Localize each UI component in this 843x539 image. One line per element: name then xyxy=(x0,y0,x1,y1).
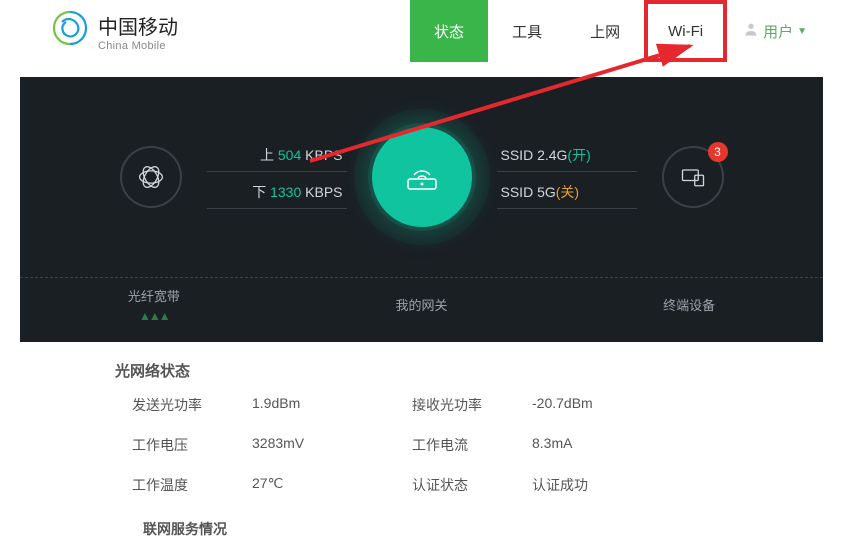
voltage-label: 工作电压 xyxy=(132,435,242,455)
current-value: 8.3mA xyxy=(532,435,682,455)
voltage-value: 3283mV xyxy=(252,435,402,455)
up-arrows-icon: ▲▲▲ xyxy=(139,309,169,323)
footer-devices: 终端设备 xyxy=(663,295,715,314)
footer-fiber: 光纤宽带 xyxy=(128,286,180,305)
network-service-title: 联网服务情况 xyxy=(143,519,843,539)
footer-gateway: 我的网关 xyxy=(395,295,447,314)
current-label: 工作电流 xyxy=(412,435,522,455)
tx-power-label: 发送光功率 xyxy=(132,395,242,415)
up-value: 504 xyxy=(278,147,301,163)
optical-stats-grid: 发送光功率 1.9dBm 接收光功率 -20.7dBm 工作电压 3283mV … xyxy=(132,395,843,495)
tx-power-value: 1.9dBm xyxy=(252,395,402,415)
down-prefix: 下 xyxy=(252,184,266,200)
caret-down-icon: ▼ xyxy=(797,26,807,37)
down-value: 1330 xyxy=(270,184,301,200)
down-unit: KBPS xyxy=(305,184,342,200)
rx-power-label: 接收光功率 xyxy=(412,395,522,415)
auth-label: 认证状态 xyxy=(412,475,522,495)
nav-wifi[interactable]: Wi-Fi xyxy=(644,0,727,62)
temp-label: 工作温度 xyxy=(132,475,242,495)
user-label: 用户 xyxy=(763,21,793,42)
user-icon xyxy=(743,21,759,42)
device-count-badge: 3 xyxy=(708,142,728,162)
ssid24-label: SSID 2.4G xyxy=(501,147,568,163)
status-hero: 上 504 KBPS 下 1330 KBPS SSID 2.4G(开) SSID… xyxy=(20,77,823,342)
logo-text-en: China Mobile xyxy=(98,40,178,52)
logo: 中国移动 China Mobile xyxy=(50,8,178,54)
bandwidth-col: 上 504 KBPS 下 1330 KBPS xyxy=(207,145,347,209)
header: 中国移动 China Mobile 状态 工具 上网 Wi-Fi 用户 ▼ xyxy=(0,0,843,62)
devices-node-icon: 3 xyxy=(662,146,724,208)
auth-value: 认证成功 xyxy=(532,475,682,495)
fiber-node-icon xyxy=(120,146,182,208)
temp-value: 27℃ xyxy=(252,475,402,495)
logo-text-cn: 中国移动 xyxy=(98,11,178,40)
hero-footer: 光纤宽带 ▲▲▲ 我的网关 终端设备 xyxy=(20,277,823,332)
main-nav: 状态 工具 上网 Wi-Fi 用户 ▼ xyxy=(410,0,823,62)
ssid5-label: SSID 5G xyxy=(501,184,556,200)
nav-internet[interactable]: 上网 xyxy=(566,0,644,62)
rx-power-value: -20.7dBm xyxy=(532,395,682,415)
ssid-col: SSID 2.4G(开) SSID 5G(关) xyxy=(497,145,637,209)
china-mobile-logo-icon xyxy=(50,8,90,54)
nav-status[interactable]: 状态 xyxy=(410,0,488,62)
optical-status-title: 光网络状态 xyxy=(115,360,843,381)
nav-tools[interactable]: 工具 xyxy=(488,0,566,62)
ssid5-state: (关) xyxy=(556,184,579,200)
up-prefix: 上 xyxy=(260,147,274,163)
ssid24-state: (开) xyxy=(567,147,590,163)
gateway-node-icon xyxy=(372,127,472,227)
user-menu[interactable]: 用户 ▼ xyxy=(727,0,823,62)
up-unit: KBPS xyxy=(305,147,342,163)
